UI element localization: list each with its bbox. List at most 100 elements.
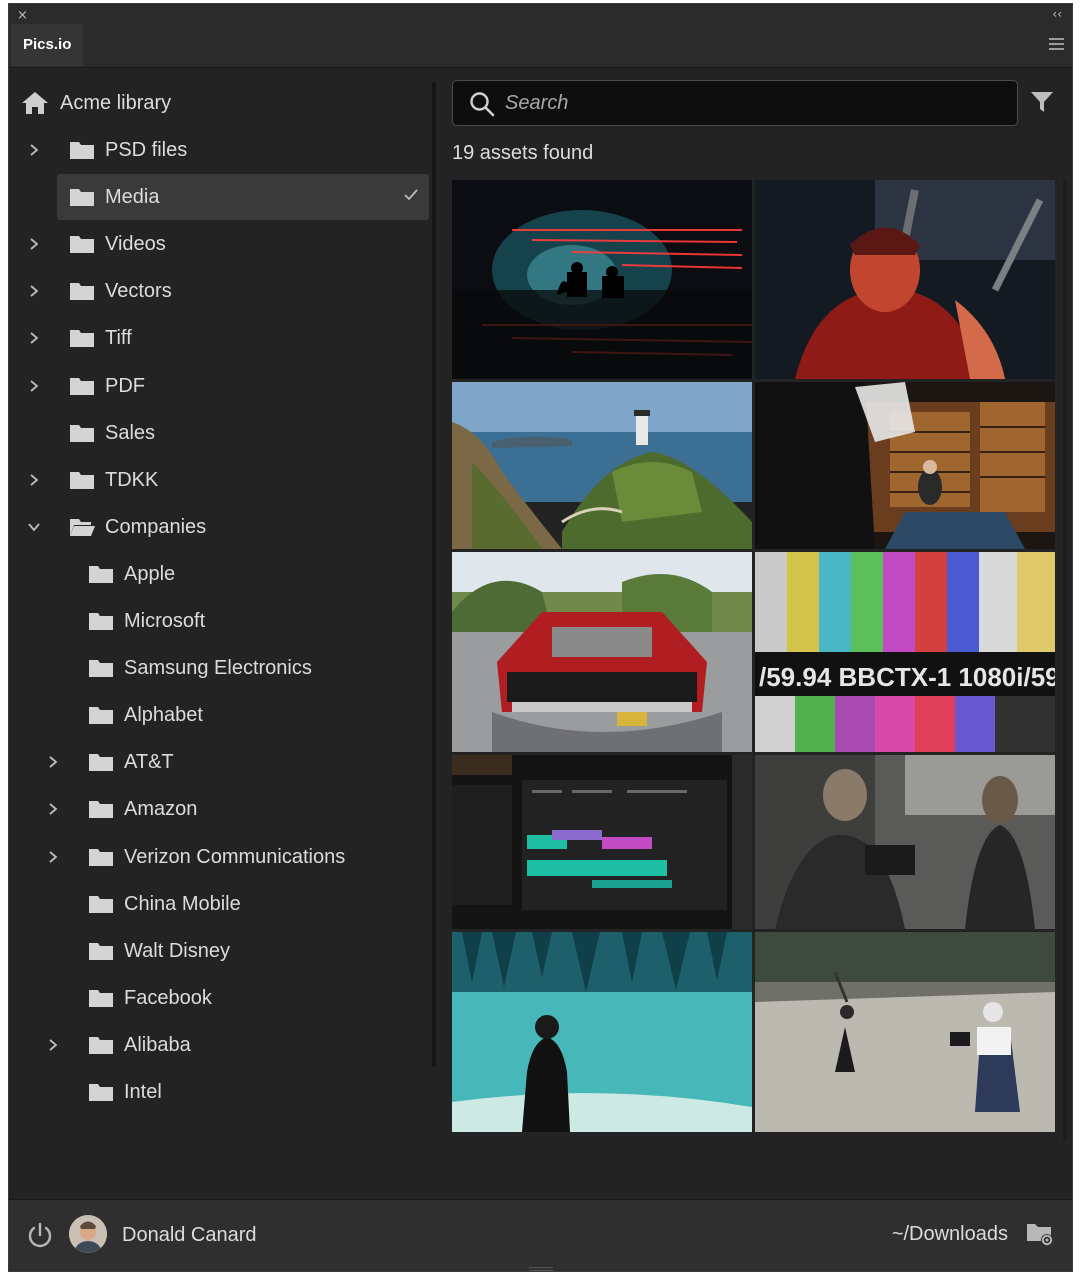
thumb-library-film-set[interactable] — [755, 382, 1055, 549]
sidebar-scrollbar[interactable] — [432, 82, 436, 1067]
tree-item-label: AT&T — [124, 751, 174, 773]
folder-icon — [88, 1034, 114, 1056]
tree-item-pdf[interactable]: PDF — [9, 363, 429, 409]
folder-icon — [69, 186, 95, 208]
camera-men-image — [755, 755, 1055, 929]
tree-root-acme-library[interactable]: Acme library — [19, 80, 439, 126]
search-box[interactable] — [452, 80, 1018, 126]
thumb-concert-lasers[interactable] — [452, 180, 752, 379]
tree-item-label: Facebook — [124, 987, 212, 1009]
chevron-right-icon[interactable] — [27, 379, 41, 393]
power-icon[interactable] — [27, 1222, 53, 1248]
close-icon[interactable]: × — [17, 8, 28, 23]
folder-icon — [88, 610, 114, 632]
tree-item-vectors[interactable]: Vectors — [9, 268, 429, 314]
lake-image — [452, 932, 752, 1132]
tree-item-label: Media — [105, 186, 160, 208]
thumb-gimbal-shoot[interactable] — [755, 932, 1055, 1132]
tree-item-label: Amazon — [124, 798, 198, 820]
chevron-right-icon[interactable] — [27, 473, 41, 487]
chevron-right-icon[interactable] — [27, 284, 41, 298]
tree-root-label: Acme library — [60, 92, 172, 114]
folder-tree: Acme library PSD files Media Videos Vectors… — [9, 68, 439, 1198]
tree-item-label: Samsung Electronics — [124, 657, 312, 679]
tree-item-label: TDKK — [105, 469, 159, 491]
tree-item-label: China Mobile — [124, 893, 241, 915]
thumb-teal-lake-filming[interactable] — [452, 932, 752, 1132]
search-icon — [470, 92, 495, 117]
folder-open-icon — [69, 516, 95, 538]
hamburger-icon[interactable] — [1049, 38, 1064, 50]
tree-item-alphabet[interactable]: Alphabet — [9, 692, 429, 738]
tree-item-apple[interactable]: Apple — [9, 551, 429, 597]
checkmark-icon — [404, 189, 418, 201]
tree-item-tiff[interactable]: Tiff — [9, 315, 429, 361]
panel-footer: Donald Canard ~/Downloads — [9, 1199, 1072, 1271]
folder-icon — [88, 657, 114, 679]
thumb-red-light-portrait[interactable] — [755, 180, 1055, 379]
tree-item-label: Intel — [124, 1081, 162, 1103]
assets-count: 19 assets found — [452, 142, 594, 164]
collapse-icon[interactable]: ‹‹ — [1052, 7, 1062, 21]
tree-item-label: Verizon Communications — [124, 846, 346, 868]
tree-item-companies[interactable]: Companies — [9, 504, 429, 550]
chevron-right-icon[interactable] — [27, 237, 41, 251]
folder-icon — [88, 940, 114, 962]
tree-item-tdkk[interactable]: TDKK — [9, 457, 429, 503]
tree-item-alibaba[interactable]: Alibaba — [9, 1022, 429, 1068]
tree-item-label: Alibaba — [124, 1034, 191, 1056]
gimbal-image — [755, 932, 1055, 1132]
tree-item-verizon-communications[interactable]: Verizon Communications — [9, 834, 429, 880]
home-icon — [22, 92, 48, 114]
tree-item-amazon[interactable]: Amazon — [9, 786, 429, 832]
tree-item-psd-files[interactable]: PSD files — [9, 127, 429, 173]
download-path-link[interactable]: ~/Downloads — [892, 1223, 1008, 1246]
user-name: Donald Canard — [122, 1224, 257, 1246]
tree-item-at-t[interactable]: AT&T — [9, 739, 429, 785]
chevron-down-icon[interactable] — [27, 520, 41, 534]
thumb-tv-color-bars[interactable]: /59.94 BBCTX-1 1080i/59.94 BBCTX-2 — [755, 552, 1055, 752]
folder-icon — [69, 233, 95, 255]
tab-pics-io[interactable]: Pics.io — [11, 24, 84, 66]
folder-icon — [69, 280, 95, 302]
tree-item-china-mobile[interactable]: China Mobile — [9, 881, 429, 927]
lighthouse-image — [452, 382, 752, 549]
tree-item-microsoft[interactable]: Microsoft — [9, 598, 429, 644]
chevron-right-icon[interactable] — [46, 802, 60, 816]
chevron-right-icon[interactable] — [46, 850, 60, 864]
chevron-right-icon[interactable] — [46, 755, 60, 769]
tree-item-sales[interactable]: Sales — [9, 410, 429, 456]
tree-item-intel[interactable]: Intel — [9, 1069, 429, 1115]
tree-item-samsung-electronics[interactable]: Samsung Electronics — [9, 645, 429, 691]
folder-icon — [69, 469, 95, 491]
tree-item-media[interactable]: Media — [57, 174, 429, 220]
chevron-right-icon[interactable] — [27, 143, 41, 157]
resize-grip[interactable] — [529, 1267, 553, 1271]
folder-settings-icon[interactable] — [1026, 1219, 1054, 1247]
folder-icon — [88, 987, 114, 1009]
color-bars-text: /59.94 BBCTX-1 1080i/59.94 BBCTX-2 — [759, 662, 1055, 692]
tree-item-videos[interactable]: Videos — [9, 221, 429, 267]
tree-item-walt-disney[interactable]: Walt Disney — [9, 928, 429, 974]
folder-icon — [88, 751, 114, 773]
tree-item-label: Tiff — [105, 327, 132, 349]
filter-icon[interactable] — [1030, 90, 1054, 114]
chevron-right-icon[interactable] — [46, 1038, 60, 1052]
thumb-two-men-camera[interactable] — [755, 755, 1055, 929]
tree-item-label: PSD files — [105, 139, 188, 161]
folder-icon — [88, 846, 114, 868]
thumb-red-classic-car[interactable] — [452, 552, 752, 752]
tree-item-label: PDF — [105, 375, 145, 397]
tree-item-label: Alphabet — [124, 704, 203, 726]
concert-image — [452, 180, 752, 379]
tree-item-facebook[interactable]: Facebook — [9, 975, 429, 1021]
avatar[interactable] — [69, 1215, 107, 1253]
folder-icon — [88, 893, 114, 915]
grid-scrollbar[interactable] — [1063, 180, 1067, 1140]
portrait-image — [755, 180, 1055, 379]
folder-icon — [69, 375, 95, 397]
search-input[interactable] — [505, 81, 1005, 125]
chevron-right-icon[interactable] — [27, 331, 41, 345]
thumb-video-editor-screen[interactable] — [452, 755, 752, 929]
thumb-lighthouse-coast[interactable] — [452, 382, 752, 549]
